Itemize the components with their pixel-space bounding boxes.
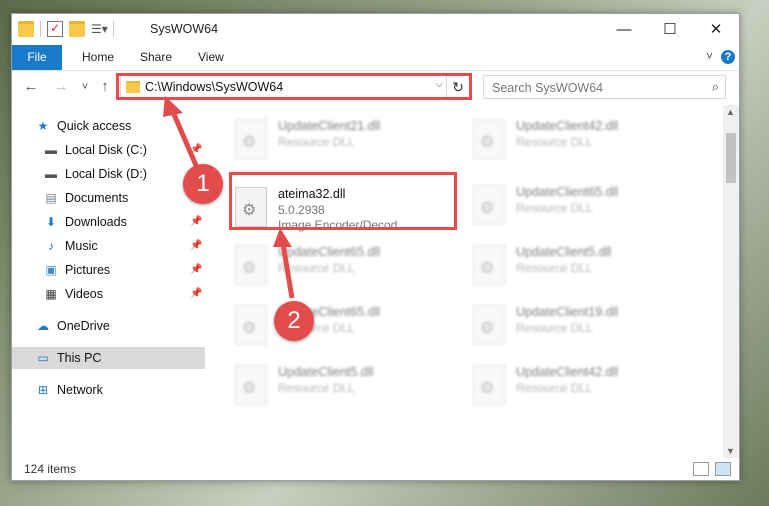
step-badge-1: 1	[183, 164, 223, 204]
step-badge-2: 2	[274, 301, 314, 341]
arrow-2-shaft	[280, 243, 295, 299]
annotation-arrows	[163, 96, 295, 299]
arrow-1-head	[163, 96, 183, 117]
arrow-2-head	[273, 228, 292, 247]
arrow-1-shaft	[170, 111, 201, 171]
